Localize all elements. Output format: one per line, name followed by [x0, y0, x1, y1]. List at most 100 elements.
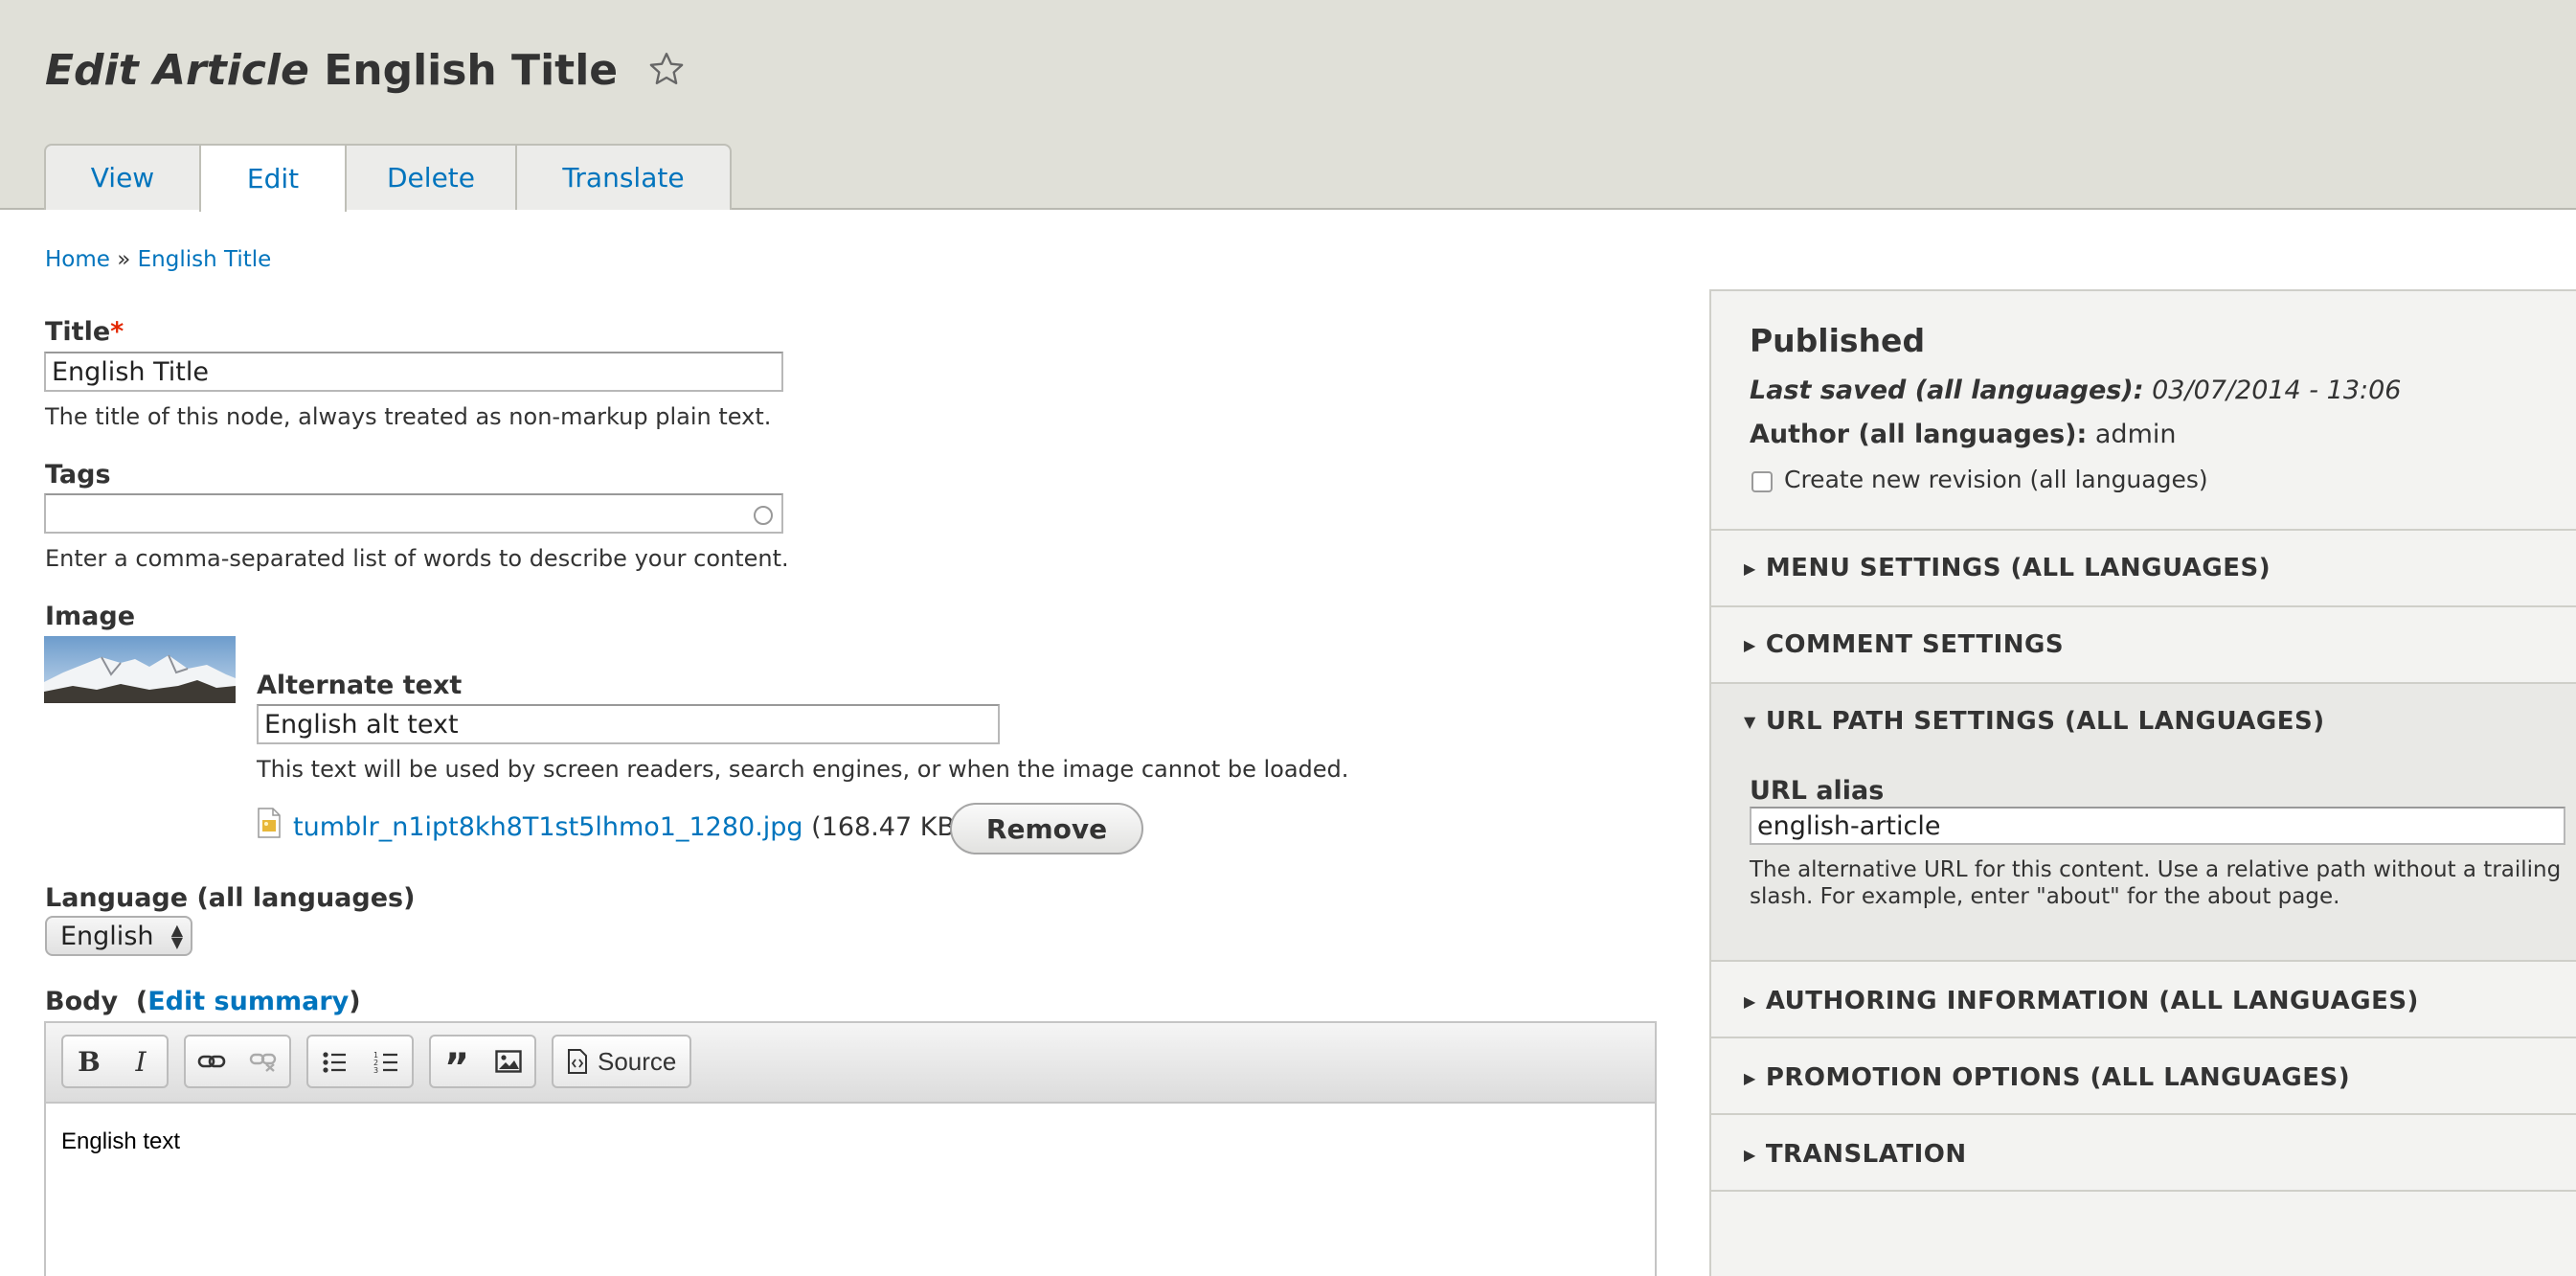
page-title-prefix: Edit Article — [45, 46, 309, 95]
paren-open: ( — [135, 987, 148, 1016]
revision-label[interactable]: Create new revision (all languages) — [1784, 466, 2208, 493]
breadcrumb-separator: » — [117, 247, 131, 272]
editor-content[interactable]: English text — [61, 1128, 180, 1155]
bold-icon: B — [78, 1045, 101, 1078]
details-promotion-options[interactable]: ▶ PROMOTION OPTIONS (ALL LANGUAGES) — [1711, 1038, 2576, 1115]
bulleted-list-icon — [323, 1052, 346, 1073]
tab-label: Delete — [387, 162, 475, 194]
breadcrumb-current-link[interactable]: English Title — [138, 247, 272, 272]
autocomplete-throbber-icon — [754, 506, 773, 525]
details-summary[interactable]: ▼ URL PATH SETTINGS (ALL LANGUAGES) — [1744, 707, 2325, 736]
numbered-list-icon: 123 — [373, 1051, 397, 1073]
editor-toolbar: B I 123 ” Source — [46, 1023, 1655, 1104]
details-url-path-settings: ▼ URL PATH SETTINGS (ALL LANGUAGES) URL a… — [1711, 684, 2576, 962]
breadcrumb-home-link[interactable]: Home — [45, 247, 110, 272]
bold-button[interactable]: B — [63, 1037, 115, 1086]
page-title-node: English Title — [324, 46, 619, 95]
tab-label: View — [90, 162, 155, 194]
language-selected-value: English — [60, 922, 154, 951]
edit-summary-link[interactable]: Edit summary — [147, 987, 349, 1016]
image-button[interactable] — [483, 1037, 534, 1086]
tab-translate[interactable]: Translate — [515, 144, 732, 210]
triangle-right-icon: ▶ — [1744, 991, 1756, 1011]
section-label: MENU SETTINGS (ALL LANGUAGES) — [1765, 554, 2271, 582]
file-link[interactable]: tumblr_n1ipt8kh8T1st5lhmo1_1280.jpg — [293, 812, 803, 842]
file-info: tumblr_n1ipt8kh8T1st5lhmo1_1280.jpg (168… — [293, 812, 965, 842]
triangle-right-icon: ▶ — [1744, 635, 1756, 654]
details-summary[interactable]: ▶ MENU SETTINGS (ALL LANGUAGES) — [1744, 554, 2271, 582]
body-editor: B I 123 ” Source English text — [44, 1021, 1657, 1276]
url-alias-label: URL alias — [1750, 776, 1885, 806]
required-marker: * — [110, 317, 124, 347]
tags-input[interactable] — [44, 493, 783, 534]
language-select[interactable]: English ▲ ▼ — [45, 916, 192, 956]
details-summary[interactable]: ▶ COMMENT SETTINGS — [1744, 630, 2064, 659]
entity-meta: Published Last saved (all languages): 03… — [1711, 291, 2576, 531]
section-label: COMMENT SETTINGS — [1765, 630, 2065, 659]
tags-label: Tags — [45, 460, 111, 490]
language-label: Language (all languages) — [45, 883, 416, 913]
sidebar: Published Last saved (all languages): 03… — [1709, 289, 2576, 1276]
toolbar-group-lists: 123 — [306, 1035, 414, 1088]
image-label: Image — [45, 602, 136, 631]
tab-view[interactable]: View — [44, 144, 201, 210]
link-icon — [197, 1055, 226, 1068]
remove-button[interactable]: Remove — [950, 803, 1143, 854]
url-alias-description: The alternative URL for this content. Us… — [1750, 857, 2562, 909]
source-label: Source — [598, 1046, 677, 1076]
body-label: Body (Edit summary) — [45, 987, 361, 1016]
unlink-button[interactable] — [237, 1037, 289, 1086]
tab-label: Edit — [246, 163, 300, 194]
tags-description: Enter a comma-separated list of words to… — [45, 545, 789, 572]
select-arrows-icon: ▲ ▼ — [170, 921, 183, 951]
italic-icon: I — [135, 1045, 147, 1078]
details-authoring-information[interactable]: ▶ AUTHORING INFORMATION (ALL LANGUAGES) — [1711, 962, 2576, 1038]
details-menu-settings[interactable]: ▶ MENU SETTINGS (ALL LANGUAGES) — [1711, 531, 2576, 607]
star-outline-icon[interactable] — [647, 50, 686, 99]
page-title: Edit Article English Title — [45, 46, 686, 99]
last-saved-label: Last saved (all languages): — [1750, 376, 2144, 405]
page-header: Edit Article English Title View Edit Del… — [0, 0, 2576, 212]
details-comment-settings[interactable]: ▶ COMMENT SETTINGS — [1711, 607, 2576, 684]
title-label: Title* — [45, 317, 124, 347]
details-translation[interactable]: ▶ TRANSLATION — [1711, 1115, 2576, 1192]
last-saved: Last saved (all languages): 03/07/2014 -… — [1750, 376, 2401, 405]
title-label-text: Title — [45, 317, 111, 347]
source-button[interactable]: Source — [554, 1037, 689, 1086]
paren-close: ) — [349, 987, 361, 1016]
toolbar-group-source: Source — [552, 1035, 692, 1088]
link-button[interactable] — [186, 1037, 237, 1086]
unlink-icon — [249, 1053, 277, 1072]
url-alias-input[interactable] — [1750, 807, 2565, 845]
svg-text:3: 3 — [373, 1066, 378, 1073]
details-summary[interactable]: ▶ TRANSLATION — [1744, 1140, 1967, 1169]
alt-text-input[interactable] — [257, 704, 1000, 744]
title-input[interactable] — [44, 352, 783, 392]
triangle-right-icon: ▶ — [1744, 1068, 1756, 1087]
toolbar-group-media: ” — [429, 1035, 536, 1088]
alt-text-description: This text will be used by screen readers… — [257, 756, 1349, 783]
triangle-right-icon: ▶ — [1744, 1145, 1756, 1164]
author-label: Author (all languages): — [1750, 420, 2088, 449]
toolbar-group-link — [184, 1035, 291, 1088]
image-file-icon — [257, 808, 282, 842]
section-label: URL PATH SETTINGS (ALL LANGUAGES) — [1765, 707, 2325, 736]
last-saved-value: 03/07/2014 - 13:06 — [2152, 376, 2402, 405]
section-label: TRANSLATION — [1765, 1140, 1967, 1169]
details-summary[interactable]: ▶ AUTHORING INFORMATION (ALL LANGUAGES) — [1744, 987, 2419, 1015]
primary-tabs: View Edit Delete Translate — [44, 144, 732, 212]
tab-delete[interactable]: Delete — [345, 144, 517, 210]
blockquote-button[interactable]: ” — [431, 1037, 483, 1090]
italic-button[interactable]: I — [115, 1037, 167, 1086]
blockquote-icon: ” — [443, 1046, 470, 1090]
title-description: The title of this node, always treated a… — [45, 403, 772, 430]
image-thumbnail — [44, 636, 236, 703]
triangle-right-icon: ▶ — [1744, 558, 1756, 578]
bulleted-list-button[interactable] — [308, 1037, 360, 1086]
section-label: PROMOTION OPTIONS (ALL LANGUAGES) — [1765, 1063, 2351, 1092]
image-icon — [495, 1050, 522, 1073]
tab-edit[interactable]: Edit — [199, 144, 347, 212]
details-summary[interactable]: ▶ PROMOTION OPTIONS (ALL LANGUAGES) — [1744, 1063, 2350, 1092]
revision-checkbox[interactable] — [1751, 471, 1773, 492]
numbered-list-button[interactable]: 123 — [360, 1037, 412, 1086]
